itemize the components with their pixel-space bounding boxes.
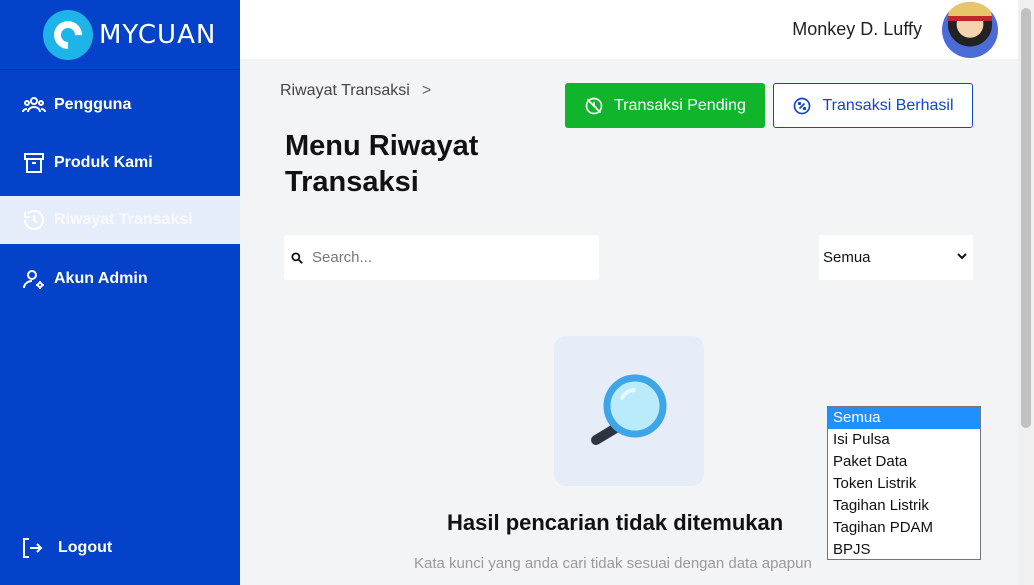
sidebar-item-akun-admin[interactable]: Akun Admin [0,255,240,303]
user-name: Monkey D. Luffy [792,19,922,39]
breadcrumb-separator: > [421,82,432,99]
dropdown-option[interactable]: Paket Data [828,451,980,473]
logout-label: Logout [58,539,113,556]
dropdown-option[interactable]: Token Listrik [828,473,980,495]
search-input[interactable] [312,249,582,266]
dropdown-option[interactable]: BPJS [828,539,980,561]
sidebar-item-label: Riwayat Transaksi [54,211,193,228]
sidebar-item-label: Akun Admin [54,270,148,287]
archive-box-icon [24,153,44,173]
sidebar-item-label: Pengguna [54,96,132,113]
logout-icon [23,538,43,558]
empty-state-title: Hasil pencarian tidak ditemukan [447,510,784,535]
category-dropdown-list: Semua Isi Pulsa Paket Data Token Listrik… [827,406,981,560]
dropdown-option[interactable]: Semua [828,407,980,429]
select-value: Semua [823,249,871,266]
search-box[interactable] [284,235,599,280]
chevron-down-icon [957,253,967,260]
magnifier-icon [591,374,667,445]
history-icon [24,210,44,230]
transaksi-pending-button[interactable]: Transaksi Pending [565,83,765,128]
clock-off-icon [585,97,603,114]
category-select[interactable]: Semua [819,235,973,280]
percent-badge-icon [794,97,811,114]
button-label: Transaksi Pending [614,96,746,114]
sidebar-item-riwayat-transaksi[interactable]: Riwayat Transaksi [0,196,240,244]
empty-state-subtitle: Kata kunci yang anda cari tidak sesuai d… [414,555,812,572]
breadcrumb-item[interactable]: Riwayat Transaksi [280,82,410,99]
dropdown-option[interactable]: Isi Pulsa [828,429,980,451]
brand[interactable]: MYCUAN [0,0,240,70]
page-scrollbar[interactable] [1018,0,1034,585]
dropdown-option[interactable]: Tagihan Listrik [828,495,980,517]
users-icon [22,97,46,113]
brand-name: MYCUAN [99,19,217,50]
page-title: Menu Riwayat Transaksi [285,130,479,198]
sidebar-item-produk-kami[interactable]: Produk Kami [0,139,240,187]
top-header: Monkey D. Luffy [240,0,1018,59]
logout-button[interactable]: Logout [20,536,112,560]
search-icon [291,251,303,264]
scrollbar-thumb[interactable] [1021,8,1031,428]
brand-logo-icon [43,9,93,60]
transaksi-berhasil-button[interactable]: Transaksi Berhasil [773,83,973,128]
sidebar-item-label: Produk Kami [54,154,153,171]
sidebar: MYCUAN Pengguna Produk Kami Riwayat Tran… [0,0,240,585]
button-label: Transaksi Berhasil [822,96,954,114]
user-cog-icon [23,270,44,289]
breadcrumb: Riwayat Transaksi > [280,82,431,100]
avatar[interactable] [942,2,998,58]
sidebar-item-pengguna[interactable]: Pengguna [0,81,240,129]
empty-state-illustration [554,336,704,486]
dropdown-option[interactable]: Tagihan PDAM [828,517,980,539]
